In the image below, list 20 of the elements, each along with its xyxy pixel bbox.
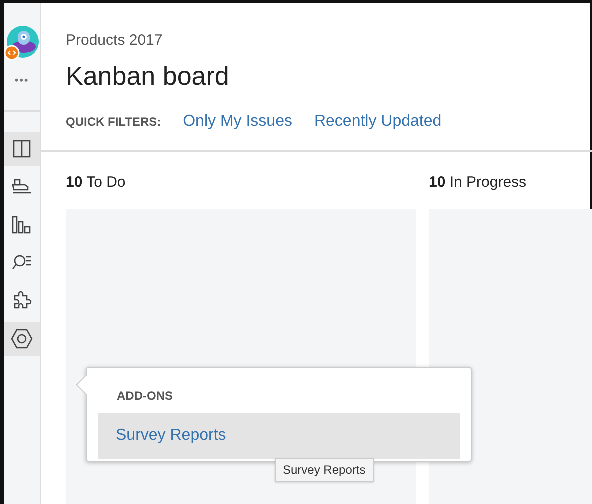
sidebar-item[interactable] — [4, 322, 40, 356]
hexagon-icon — [11, 328, 33, 348]
page-title: Kanban board — [66, 60, 230, 92]
more-button[interactable]: ••• — [14, 73, 30, 90]
search-list-icon — [12, 254, 32, 272]
tooltip: Survey Reports — [275, 458, 374, 482]
quick-filter-link[interactable]: Only My Issues — [183, 110, 292, 134]
sidebar-item[interactable] — [4, 132, 40, 166]
logo-icon[interactable] — [4, 25, 40, 61]
bar-chart-icon — [12, 216, 32, 234]
puzzle-icon — [12, 290, 32, 310]
menu-item[interactable]: Survey Reports — [98, 413, 460, 459]
breadcrumb-link[interactable]: Products 2017 — [66, 30, 163, 52]
column-heading: 10 To Do — [66, 172, 126, 192]
column-heading: 10 In Progress — [429, 172, 527, 192]
board-icon — [13, 140, 31, 158]
ship-icon — [12, 178, 32, 194]
quick-filter-link[interactable]: Recently Updated — [314, 110, 442, 134]
quick-filters-label: QUICK FILTERS: — [66, 114, 162, 130]
menu-heading: ADD-ONS — [117, 388, 173, 405]
